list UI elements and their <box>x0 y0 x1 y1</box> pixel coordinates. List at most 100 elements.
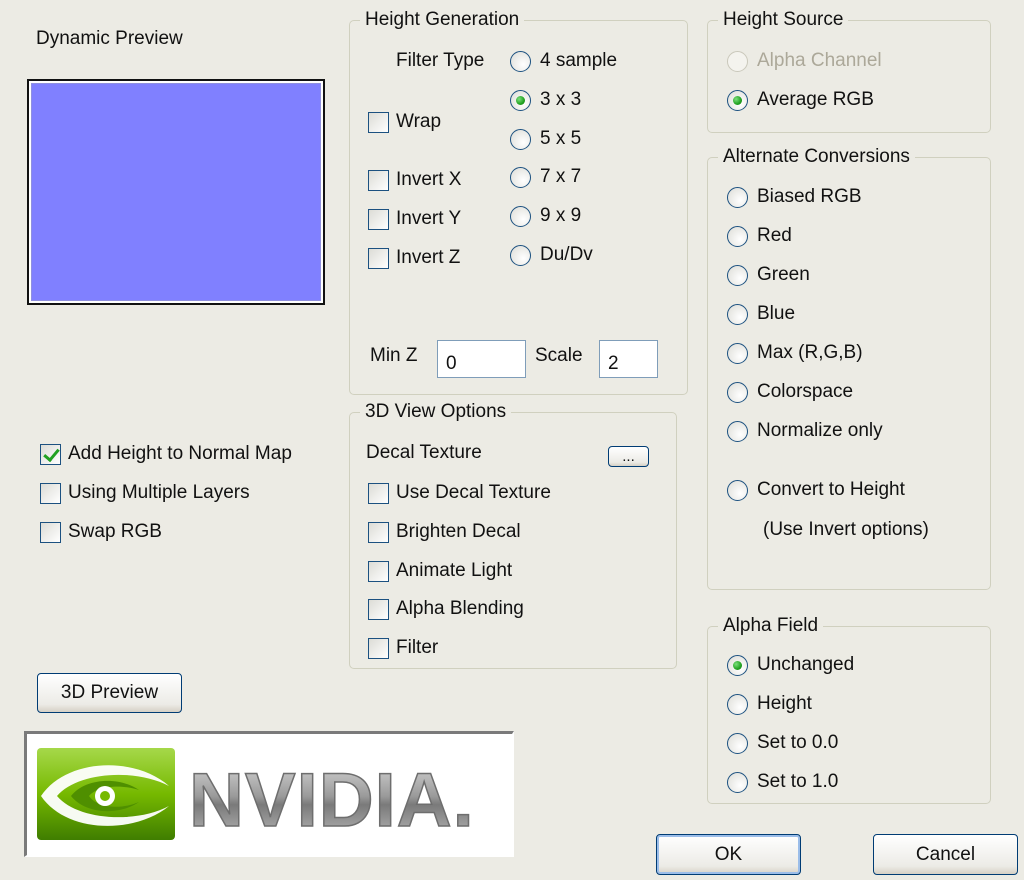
filter-7x7-radio[interactable]: 7 x 7 <box>510 166 581 188</box>
checkbox-label: Using Multiple Layers <box>68 482 250 503</box>
green-radio[interactable]: Green <box>727 264 810 286</box>
colorspace-radio[interactable]: Colorspace <box>727 381 853 403</box>
radio-circle[interactable] <box>727 732 748 754</box>
radio-circle[interactable] <box>510 89 531 111</box>
radio-label: Green <box>757 264 810 285</box>
nvidia-logo: NVIDIA. <box>24 731 514 857</box>
alpha-height-radio[interactable]: Height <box>727 693 812 715</box>
3d-preview-button[interactable]: 3D Preview <box>37 673 182 713</box>
radio-circle[interactable] <box>727 225 748 247</box>
checkbox-label: Filter <box>396 637 439 658</box>
swap-rgb-checkbox[interactable]: Swap RGB <box>40 521 162 543</box>
checkbox-label: Invert X <box>396 169 462 190</box>
checkbox-box[interactable] <box>40 443 61 465</box>
checkbox-label: Invert Z <box>396 247 461 268</box>
alpha-channel-radio[interactable]: Alpha Channel <box>727 50 882 72</box>
checkbox-box[interactable] <box>368 482 389 504</box>
filter-checkbox[interactable]: Filter <box>368 637 438 659</box>
animate-light-checkbox[interactable]: Animate Light <box>368 560 512 582</box>
radio-circle[interactable] <box>510 166 531 188</box>
radio-circle[interactable] <box>510 205 531 227</box>
convert-to-height-radio[interactable]: Convert to Height <box>727 479 905 501</box>
checkbox-label: Add Height to Normal Map <box>68 443 292 464</box>
radio-label: Max (R,G,B) <box>757 342 863 363</box>
radio-label: Du/Dv <box>540 244 593 265</box>
radio-circle[interactable] <box>727 479 748 501</box>
radio-label: Blue <box>757 303 796 324</box>
min-z-input[interactable] <box>437 340 526 378</box>
filter-5x5-radio[interactable]: 5 x 5 <box>510 128 581 150</box>
radio-label: Alpha Channel <box>757 50 882 71</box>
invert-z-checkbox[interactable]: Invert Z <box>368 247 460 269</box>
filter-3x3-radio[interactable]: 3 x 3 <box>510 89 581 111</box>
invert-y-checkbox[interactable]: Invert Y <box>368 208 461 230</box>
scale-label: Scale <box>535 345 583 366</box>
checkbox-box[interactable] <box>40 482 61 504</box>
checkbox-box[interactable] <box>368 111 389 133</box>
radio-label: Colorspace <box>757 381 854 402</box>
radio-circle[interactable] <box>727 420 748 442</box>
average-rgb-radio[interactable]: Average RGB <box>727 89 874 111</box>
filter-dudv-radio[interactable]: Du/Dv <box>510 244 593 266</box>
normalize-only-radio[interactable]: Normalize only <box>727 420 883 442</box>
checkbox-label: Invert Y <box>396 208 462 229</box>
filter-9x9-radio[interactable]: 9 x 9 <box>510 205 581 227</box>
max-rgb-radio[interactable]: Max (R,G,B) <box>727 342 863 364</box>
cancel-button[interactable]: Cancel <box>873 834 1018 875</box>
radio-circle[interactable] <box>727 50 748 72</box>
alpha-field-title: Alpha Field <box>718 614 824 638</box>
checkbox-label: Swap RGB <box>68 521 162 542</box>
checkbox-box[interactable] <box>368 247 389 269</box>
radio-label: 9 x 9 <box>540 205 582 226</box>
checkbox-box[interactable] <box>40 521 61 543</box>
blue-radio[interactable]: Blue <box>727 303 795 325</box>
alpha-blending-checkbox[interactable]: Alpha Blending <box>368 598 524 620</box>
wrap-checkbox[interactable]: Wrap <box>368 111 441 133</box>
radio-circle[interactable] <box>727 654 748 676</box>
radio-label: Convert to Height <box>757 479 905 500</box>
radio-circle[interactable] <box>727 303 748 325</box>
checkbox-box[interactable] <box>368 637 389 659</box>
alpha-unchanged-radio[interactable]: Unchanged <box>727 654 854 676</box>
checkbox-box[interactable] <box>368 521 389 543</box>
radio-circle[interactable] <box>510 50 531 72</box>
radio-label: Set to 1.0 <box>757 771 839 792</box>
brighten-decal-checkbox[interactable]: Brighten Decal <box>368 521 521 543</box>
checkbox-label: Animate Light <box>396 560 513 581</box>
radio-circle[interactable] <box>727 186 748 208</box>
alpha-set-zero-radio[interactable]: Set to 0.0 <box>727 732 838 754</box>
use-invert-note: (Use Invert options) <box>763 519 929 540</box>
radio-label: 7 x 7 <box>540 166 582 187</box>
radio-circle[interactable] <box>727 771 748 793</box>
checkbox-box[interactable] <box>368 208 389 230</box>
checkbox-box[interactable] <box>368 560 389 582</box>
radio-circle[interactable] <box>510 128 531 150</box>
radio-circle[interactable] <box>727 381 748 403</box>
checkbox-box[interactable] <box>368 169 389 191</box>
radio-circle[interactable] <box>727 89 748 111</box>
preview-swatch <box>31 83 321 301</box>
checkbox-label: Alpha Blending <box>396 598 524 619</box>
filter-4-sample-radio[interactable]: 4 sample <box>510 50 617 72</box>
decal-texture-label: Decal Texture <box>366 442 482 463</box>
min-z-label: Min Z <box>370 345 418 366</box>
scale-input[interactable] <box>599 340 658 378</box>
invert-x-checkbox[interactable]: Invert X <box>368 169 461 191</box>
multiple-layers-checkbox[interactable]: Using Multiple Layers <box>40 482 250 504</box>
browse-decal-button[interactable]: ... <box>608 446 649 467</box>
radio-circle[interactable] <box>727 264 748 286</box>
radio-label: 4 sample <box>540 50 618 71</box>
red-radio[interactable]: Red <box>727 225 792 247</box>
radio-label: Unchanged <box>757 654 855 675</box>
use-decal-texture-checkbox[interactable]: Use Decal Texture <box>368 482 551 504</box>
add-height-checkbox[interactable]: Add Height to Normal Map <box>40 443 292 465</box>
biased-rgb-radio[interactable]: Biased RGB <box>727 186 862 208</box>
radio-label: Biased RGB <box>757 186 862 207</box>
radio-circle[interactable] <box>510 244 531 266</box>
radio-circle[interactable] <box>727 342 748 364</box>
radio-circle[interactable] <box>727 693 748 715</box>
ok-button[interactable]: OK <box>656 834 801 875</box>
checkbox-box[interactable] <box>368 598 389 620</box>
alpha-set-one-radio[interactable]: Set to 1.0 <box>727 771 838 793</box>
radio-label: Height <box>757 693 812 714</box>
